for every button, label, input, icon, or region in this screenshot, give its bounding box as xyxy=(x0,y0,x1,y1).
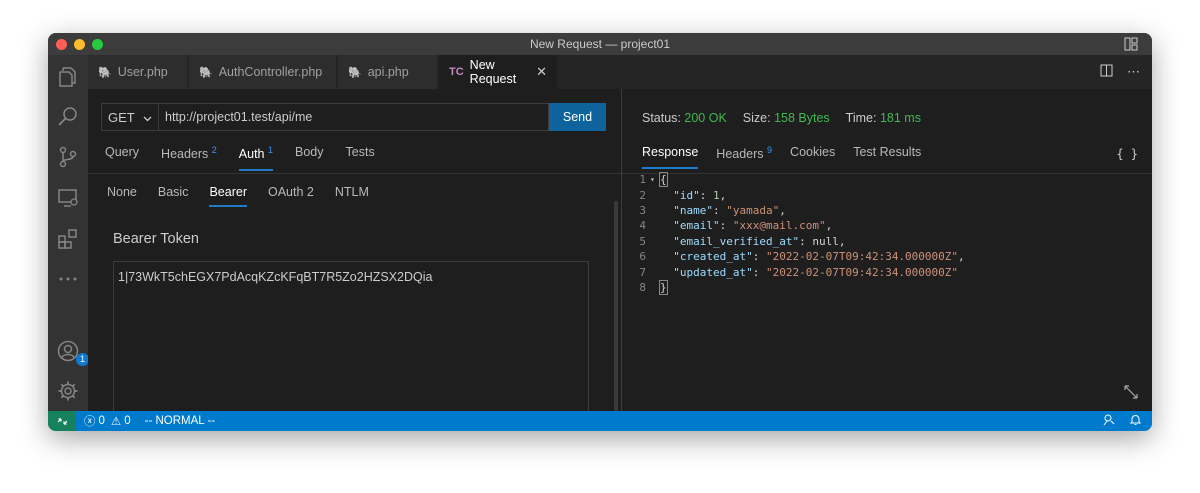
code-line: 6 "created_at": "2022-02-07T09:42:34.000… xyxy=(639,250,965,264)
url-input[interactable] xyxy=(159,103,549,131)
vscode-window: New Request — project01 1 🐘 User.php 🐘 A… xyxy=(48,33,1152,431)
chevron-down-icon xyxy=(143,110,152,125)
more-icon[interactable] xyxy=(56,267,80,291)
editor-tab-bar: 🐘 User.php 🐘 AuthController.php 🐘 api.ph… xyxy=(88,55,1152,89)
fold-chevron-icon[interactable]: ▾ xyxy=(650,175,660,184)
traffic-lights xyxy=(56,39,103,50)
feedback-icon[interactable] xyxy=(1102,413,1115,429)
format-json-icon[interactable]: { } xyxy=(1116,147,1138,161)
editor-actions: ⋯ xyxy=(1100,64,1140,80)
time-value: 181 ms xyxy=(879,111,921,125)
auth-tab-oauth2[interactable]: OAuth 2 xyxy=(268,185,314,207)
error-icon: ⓧ xyxy=(84,416,96,428)
url-bar: GET Send xyxy=(101,103,606,131)
tab-query[interactable]: Query xyxy=(105,145,139,171)
tc-icon: TC xyxy=(449,66,464,78)
close-tab-icon[interactable]: ✕ xyxy=(536,64,547,80)
tab-auth[interactable]: Auth 1 xyxy=(238,145,274,172)
remote-indicator-icon[interactable] xyxy=(48,411,76,431)
auth-type-tabs: None Basic Bearer OAuth 2 NTLM xyxy=(107,185,369,207)
code-line: 3 "name": "yamada", xyxy=(639,203,786,217)
tab-body[interactable]: Body xyxy=(295,145,324,171)
settings-gear-icon[interactable] xyxy=(56,379,80,403)
tab-user-php[interactable]: 🐘 User.php xyxy=(88,55,188,89)
method-select[interactable]: GET xyxy=(101,103,159,131)
auth-tab-basic[interactable]: Basic xyxy=(158,185,189,207)
explorer-icon[interactable] xyxy=(56,65,80,89)
tab-response-headers[interactable]: Headers 9 xyxy=(716,145,772,169)
code-line: 1 ▾{ xyxy=(639,172,668,188)
tab-test-results[interactable]: Test Results xyxy=(853,145,921,169)
search-icon[interactable] xyxy=(56,105,80,129)
code-line: 8} xyxy=(639,279,668,295)
auth-tab-bearer[interactable]: Bearer xyxy=(209,185,247,207)
tab-cookies[interactable]: Cookies xyxy=(790,145,835,169)
headers-count: 2 xyxy=(211,145,217,155)
response-headers-count: 9 xyxy=(767,145,773,155)
code-line: 5 "email_verified_at": null, xyxy=(639,234,846,248)
code-line: 2 "id": 1, xyxy=(639,188,727,202)
extensions-icon[interactable] xyxy=(56,227,80,251)
more-actions-icon[interactable]: ⋯ xyxy=(1127,64,1140,80)
tab-new-request[interactable]: TC New Request ✕ xyxy=(439,55,558,89)
auth-count: 1 xyxy=(268,145,274,155)
layout-toggle-icon[interactable] xyxy=(1124,37,1138,54)
expand-icon[interactable] xyxy=(1124,385,1138,402)
bearer-token-label: Bearer Token xyxy=(113,231,199,247)
bearer-token-input[interactable]: 1|73WkT5chEGX7PdAcqKZcKFqBT7R5Zo2HZSX2DQ… xyxy=(113,261,589,411)
php-elephant-icon: 🐘 xyxy=(348,66,362,79)
status-bar-right xyxy=(1102,413,1142,429)
source-control-icon[interactable] xyxy=(56,145,80,169)
close-window-button[interactable] xyxy=(56,39,67,50)
title-bar: New Request — project01 xyxy=(48,33,1152,55)
php-elephant-icon: 🐘 xyxy=(98,66,112,79)
auth-tab-ntlm[interactable]: NTLM xyxy=(335,185,369,207)
maximize-window-button[interactable] xyxy=(92,39,103,50)
status-bar: ⓧ 0 ⚠ 0 -- NORMAL -- xyxy=(48,411,1152,431)
request-tabs: Query Headers 2 Auth 1 Body Tests xyxy=(105,145,375,172)
tab-api-php[interactable]: 🐘 api.php xyxy=(338,55,438,89)
code-line: 4 "email": "xxx@mail.com", xyxy=(639,219,833,233)
php-elephant-icon: 🐘 xyxy=(199,66,213,79)
response-body: 1 ▾{ 2 "id": 1, 3 "name": "yamada", 4 "em… xyxy=(622,172,1152,295)
problems-indicator[interactable]: ⓧ 0 ⚠ 0 xyxy=(84,413,131,429)
split-editor-icon[interactable] xyxy=(1100,64,1113,80)
activity-bar: 1 xyxy=(48,55,89,411)
window-title: New Request — project01 xyxy=(529,37,671,51)
tab-response[interactable]: Response xyxy=(642,145,699,170)
minimize-window-button[interactable] xyxy=(74,39,85,50)
status-value: 200 OK xyxy=(684,111,727,125)
code-line: 7 "updated_at": "2022-02-07T09:42:34.000… xyxy=(639,265,959,279)
size-value: 158 Bytes xyxy=(774,111,830,125)
request-pane: GET Send Query Headers 2 Auth 1 Body Tes… xyxy=(88,89,621,411)
remote-explorer-icon[interactable] xyxy=(56,186,80,210)
accounts-icon[interactable]: 1 xyxy=(56,339,89,366)
response-tabs: Response Headers 9 Cookies Test Results xyxy=(642,145,921,170)
tab-tests[interactable]: Tests xyxy=(346,145,375,171)
send-button[interactable]: Send xyxy=(549,103,606,131)
response-summary: Status: 200 OK Size: 158 Bytes Time: 181… xyxy=(642,111,921,125)
vim-mode: -- NORMAL -- xyxy=(144,415,216,427)
response-pane: Status: 200 OK Size: 158 Bytes Time: 181… xyxy=(622,89,1152,411)
request-scrollbar[interactable] xyxy=(614,201,618,411)
tab-authcontroller-php[interactable]: 🐘 AuthController.php xyxy=(189,55,337,89)
auth-tab-none[interactable]: None xyxy=(107,185,137,207)
tabs-divider xyxy=(88,173,621,174)
warning-icon: ⚠ xyxy=(110,416,122,428)
tab-headers[interactable]: Headers 2 xyxy=(161,145,217,171)
notifications-bell-icon[interactable] xyxy=(1129,413,1142,429)
